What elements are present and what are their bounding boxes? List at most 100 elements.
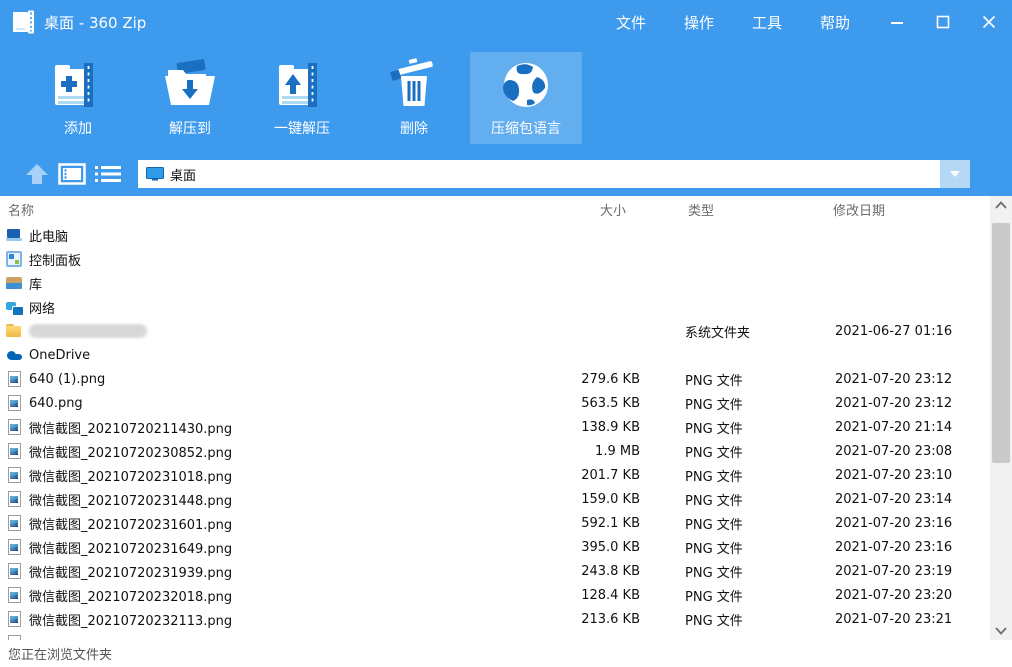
table-row[interactable]: 微信截图_20210720231939.png243.8 KBPNG 文件202… xyxy=(0,559,990,583)
menu-operations[interactable]: 操作 xyxy=(678,8,720,37)
file-type: PNG 文件 xyxy=(685,490,795,509)
minimize-button[interactable] xyxy=(874,0,920,44)
menu-help[interactable]: 帮助 xyxy=(814,8,856,37)
icon-view-icon xyxy=(58,163,86,185)
app-logo-icon xyxy=(12,9,36,35)
control-panel-icon xyxy=(6,251,22,267)
file-name-cell: 微信截图_20210720231448.png xyxy=(0,490,560,509)
file-type: PNG 文件 xyxy=(685,610,795,629)
window-title: 桌面 - 360 Zip xyxy=(44,12,146,33)
table-row[interactable]: OneDrive xyxy=(0,343,990,367)
file-size: 592.1 KB xyxy=(560,516,640,531)
list-header: 名称 大小 类型 修改日期 xyxy=(0,196,990,223)
file-date: 2021-07-20 23:10 xyxy=(835,468,952,483)
delete-button[interactable]: 删除 xyxy=(358,52,470,144)
file-size: 1.9 MB xyxy=(560,444,640,459)
extract-to-icon xyxy=(161,58,219,114)
archive-language-button[interactable]: 压缩包语言 xyxy=(470,52,582,144)
table-row[interactable]: 640 (1).png279.6 KBPNG 文件2021-07-20 23:1… xyxy=(0,367,990,391)
minimize-icon xyxy=(890,15,904,29)
file-name: OneDrive xyxy=(29,348,90,363)
png-file-icon xyxy=(8,467,21,483)
file-name-cell: 微信截图_20210720231939.png xyxy=(0,562,560,581)
png-file-icon xyxy=(8,611,21,627)
file-date: 2021-07-20 23:19 xyxy=(835,564,952,579)
file-size: 159.0 KB xyxy=(560,492,640,507)
png-file-icon xyxy=(8,395,21,411)
maximize-button[interactable] xyxy=(920,0,966,44)
menu-file[interactable]: 文件 xyxy=(610,8,652,37)
file-size: 279.6 KB xyxy=(560,372,640,387)
add-archive-icon xyxy=(49,58,107,114)
extract-to-button[interactable]: 解压到 xyxy=(134,52,246,144)
table-row[interactable]: 系统文件夹2021-06-27 01:16 xyxy=(0,319,990,343)
scroll-up-button[interactable] xyxy=(990,196,1012,214)
close-icon xyxy=(982,15,996,29)
vertical-scrollbar[interactable] xyxy=(990,196,1012,640)
partial-row xyxy=(0,631,990,640)
scroll-up-icon xyxy=(995,201,1007,209)
address-row: 桌面 xyxy=(0,152,1012,196)
file-name: 网络 xyxy=(29,298,55,317)
file-date: 2021-06-27 01:16 xyxy=(835,324,952,339)
file-name-cell: 微信截图_20210720211430.png xyxy=(0,418,560,437)
table-row[interactable]: 微信截图_20210720231649.png395.0 KBPNG 文件202… xyxy=(0,535,990,559)
file-date: 2021-07-20 23:14 xyxy=(835,492,952,507)
file-type: PNG 文件 xyxy=(685,394,795,413)
file-type: PNG 文件 xyxy=(685,418,795,437)
column-header-size[interactable]: 大小 xyxy=(600,200,688,219)
file-size: 395.0 KB xyxy=(560,540,640,555)
table-row[interactable]: 微信截图_20210720231601.png592.1 KBPNG 文件202… xyxy=(0,511,990,535)
file-date: 2021-07-20 23:08 xyxy=(835,444,952,459)
file-list: 此电脑控制面板库网络系统文件夹2021-06-27 01:16 OneDrive 6… xyxy=(0,223,990,640)
png-file-icon xyxy=(8,419,21,435)
toolbar: 添加 解压到 一键解压 xyxy=(0,46,582,150)
icon-view-button[interactable] xyxy=(54,159,90,189)
address-dropdown-button[interactable] xyxy=(940,160,970,188)
table-row[interactable]: 640.png563.5 KBPNG 文件2021-07-20 23:12 xyxy=(0,391,990,415)
list-view-button[interactable] xyxy=(90,159,126,189)
menu-tools[interactable]: 工具 xyxy=(746,8,788,37)
archive-language-button-label: 压缩包语言 xyxy=(491,118,561,138)
redacted-file-name xyxy=(29,324,147,338)
file-name-cell: 控制面板 xyxy=(0,250,560,269)
delete-icon xyxy=(385,58,443,114)
table-row[interactable]: 微信截图_20210720211430.png138.9 KBPNG 文件202… xyxy=(0,415,990,439)
file-type: PNG 文件 xyxy=(685,370,795,389)
table-row[interactable]: 控制面板 xyxy=(0,247,990,271)
png-file-icon xyxy=(8,587,21,603)
close-button[interactable] xyxy=(966,0,1012,44)
up-button[interactable] xyxy=(20,159,54,189)
table-row[interactable]: 此电脑 xyxy=(0,223,990,247)
column-header-name[interactable]: 名称 xyxy=(0,200,600,219)
table-row[interactable]: 微信截图_20210720231018.png201.7 KBPNG 文件202… xyxy=(0,463,990,487)
file-name-cell: 微信截图_20210720232018.png xyxy=(0,586,560,605)
scrollbar-thumb[interactable] xyxy=(992,223,1010,463)
table-row[interactable]: 微信截图_20210720231448.png159.0 KB PNG 文件 202… xyxy=(0,487,990,511)
title-bar: 桌面 - 360 Zip xyxy=(0,0,1012,44)
file-name-cell: 微信截图_20210720230852.png xyxy=(0,442,560,461)
table-row[interactable]: 微信截图_20210720232113.png213.6 KBPNG 文件202… xyxy=(0,607,990,631)
file-date: 2021-07-20 23:12 xyxy=(835,372,952,387)
png-file-icon xyxy=(8,563,21,579)
table-row[interactable]: 微信截图_20210720230852.png1.9 MBPNG 文件2021-… xyxy=(0,439,990,463)
file-name: 微信截图_20210720230852.png xyxy=(29,442,232,461)
column-header-date[interactable]: 修改日期 xyxy=(833,200,990,219)
maximize-icon xyxy=(936,15,950,29)
one-click-extract-icon xyxy=(273,58,331,114)
table-row[interactable]: 微信截图_20210720232018.png128.4 KBPNG 文件202… xyxy=(0,583,990,607)
table-row[interactable]: 库 xyxy=(0,271,990,295)
one-click-extract-button[interactable]: 一键解压 xyxy=(246,52,358,144)
file-name: 微信截图_20210720211430.png xyxy=(29,418,232,437)
table-row[interactable]: 网络 xyxy=(0,295,990,319)
file-name-cell: OneDrive xyxy=(0,347,560,363)
scroll-down-button[interactable] xyxy=(990,622,1012,640)
add-button[interactable]: 添加 xyxy=(22,52,134,144)
png-file-icon xyxy=(8,515,21,531)
address-input[interactable]: 桌面 xyxy=(138,160,970,188)
this-pc-icon xyxy=(6,227,22,243)
file-type: PNG 文件 xyxy=(685,466,795,485)
column-header-type[interactable]: 类型 xyxy=(688,200,833,219)
file-name-cell: 微信截图_20210720231018.png xyxy=(0,466,560,485)
menu-bar: 文件 操作 工具 帮助 xyxy=(610,0,856,44)
